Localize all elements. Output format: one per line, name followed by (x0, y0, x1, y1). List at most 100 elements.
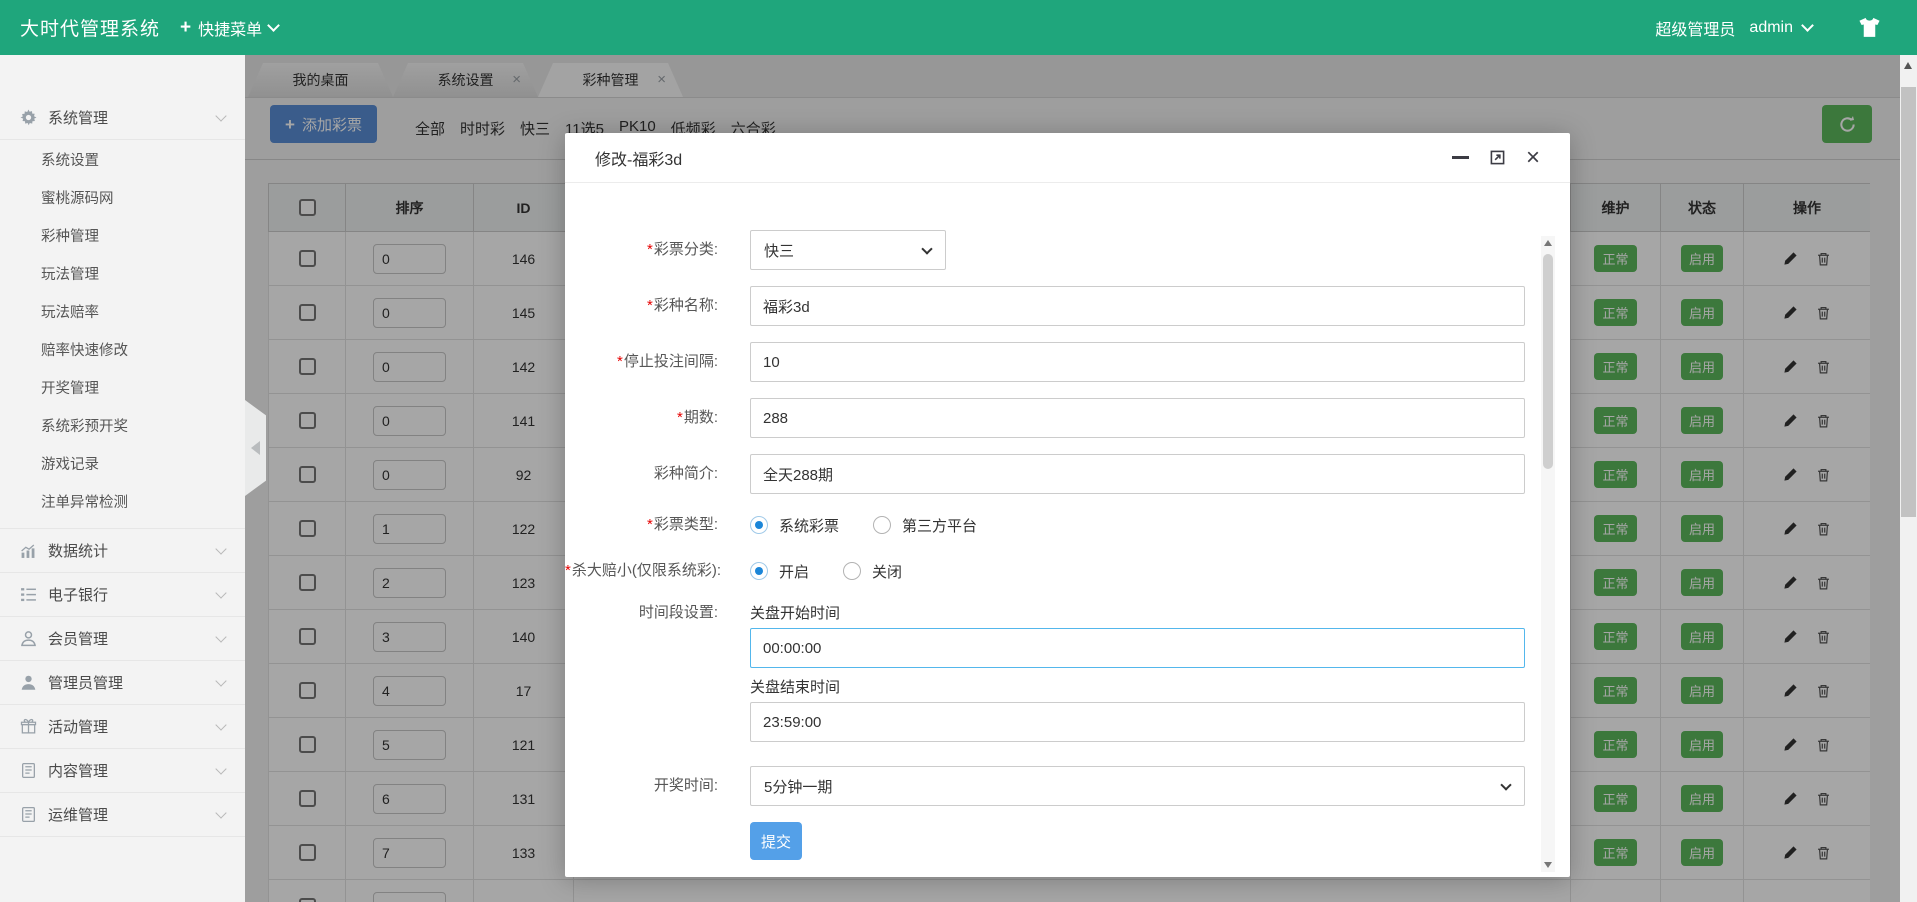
sidebar-group[interactable]: 系统管理 (0, 96, 245, 140)
scroll-up-icon[interactable] (1544, 240, 1552, 246)
required-asterisk: * (647, 241, 653, 258)
sidebar-group[interactable]: 数据统计 (0, 529, 245, 573)
user-menu[interactable]: admin (1749, 19, 1793, 37)
radio-label: 第三方平台 (902, 515, 977, 536)
list-icon (20, 586, 37, 603)
maximize-icon[interactable] (1490, 150, 1505, 165)
shirt-icon[interactable] (1858, 16, 1881, 39)
sidebar-group[interactable]: 管理员管理 (0, 661, 245, 705)
plus-icon: + (180, 18, 191, 37)
chevron-down-icon (215, 587, 226, 598)
sidebar-item[interactable]: 游戏记录 (0, 446, 245, 484)
user-outline-icon (20, 630, 37, 647)
close-start-time-input[interactable] (750, 628, 1525, 668)
quick-menu-label: 快捷菜单 (198, 16, 262, 40)
chevron-down-icon (215, 807, 226, 818)
sidebar-group-label: 运维管理 (48, 804, 108, 825)
radio-third-party[interactable] (873, 516, 891, 534)
modal-scrollbar-thumb[interactable] (1543, 254, 1553, 469)
lottery-name-input[interactable] (750, 286, 1525, 326)
field-label-intro: 彩种简介: (565, 454, 718, 494)
stop-interval-input[interactable] (750, 342, 1525, 382)
sidebar-item[interactable]: 蜜桃源码网 (0, 180, 245, 218)
required-asterisk: * (677, 409, 683, 426)
field-label-periods: *期数: (565, 398, 718, 438)
scroll-down-icon[interactable] (1544, 862, 1552, 868)
quick-menu-button[interactable]: + 快捷菜单 (180, 16, 278, 40)
close-start-time-label: 关盘开始时间 (750, 602, 1525, 624)
sidebar-group[interactable]: 会员管理 (0, 617, 245, 661)
radio-system-lottery[interactable] (750, 516, 768, 534)
draw-time-select[interactable]: 5分钟一期 (750, 766, 1525, 806)
sidebar-item[interactable]: 玩法管理 (0, 256, 245, 294)
required-asterisk: * (647, 297, 653, 314)
sidebar-collapse-handle[interactable] (245, 400, 266, 496)
sidebar-item[interactable]: 注单异常检测 (0, 484, 245, 522)
sidebar-group-label: 管理员管理 (48, 672, 123, 693)
chevron-down-icon (215, 719, 226, 730)
category-select-value: 快三 (764, 240, 794, 261)
radio-label: 关闭 (872, 561, 902, 582)
sidebar-group-label: 内容管理 (48, 760, 108, 781)
minimize-icon[interactable] (1452, 156, 1469, 159)
sidebar-item[interactable]: 系统设置 (0, 142, 245, 180)
sidebar-group[interactable]: 内容管理 (0, 749, 245, 793)
chevron-down-icon (215, 110, 226, 121)
periods-input[interactable] (750, 398, 1525, 438)
sidebar-group[interactable]: 运维管理 (0, 793, 245, 837)
user-filled-icon (20, 674, 37, 691)
sidebar-item[interactable]: 赔率快速修改 (0, 332, 245, 370)
page-scrollbar-thumb[interactable] (1901, 87, 1916, 517)
sidebar-group-label: 电子银行 (48, 584, 108, 605)
submit-button[interactable]: 提交 (750, 822, 802, 860)
required-asterisk: * (565, 562, 571, 579)
chevron-down-icon (215, 631, 226, 642)
dialog-body: *彩票分类: 快三 *彩种名称: *停止投注间隔: *期数: 彩种简介: (565, 184, 1570, 877)
modal-scrollbar[interactable] (1541, 236, 1555, 872)
sidebar-group-label: 数据统计 (48, 540, 108, 561)
chevron-down-icon (921, 243, 932, 254)
dialog-titlebar: 修改-福彩3d × (565, 133, 1570, 183)
sidebar-group[interactable]: 电子银行 (0, 573, 245, 617)
radio-kill-big-off[interactable] (843, 562, 861, 580)
radio-kill-big-on[interactable] (750, 562, 768, 580)
radio-label: 开启 (779, 561, 809, 582)
edit-lottery-dialog: 修改-福彩3d × *彩票分类: 快三 *彩种名称: *停止投注间隔: (565, 133, 1570, 877)
chevron-down-icon (1500, 779, 1511, 790)
sidebar-item[interactable]: 玩法赔率 (0, 294, 245, 332)
field-label-name: *彩种名称: (565, 286, 718, 326)
app-title: 大时代管理系统 (20, 14, 160, 41)
page-scrollbar[interactable] (1900, 55, 1917, 902)
sidebar-group[interactable]: 活动管理 (0, 705, 245, 749)
sidebar-group-label: 系统管理 (48, 107, 108, 128)
chart-icon (20, 542, 37, 559)
sidebar-menu: 系统管理系统设置蜜桃源码网彩种管理玩法管理玩法赔率赔率快速修改开奖管理系统彩预开… (0, 55, 245, 902)
scroll-up-icon[interactable] (1904, 62, 1912, 69)
chevron-down-icon (1801, 19, 1814, 32)
close-end-time-input[interactable] (750, 702, 1525, 742)
sidebar-item[interactable]: 系统彩预开奖 (0, 408, 245, 446)
required-asterisk: * (647, 516, 653, 533)
sidebar-group-label: 会员管理 (48, 628, 108, 649)
field-label-category: *彩票分类: (565, 230, 718, 270)
sidebar-item[interactable]: 开奖管理 (0, 370, 245, 408)
sidebar-submenu: 系统设置蜜桃源码网彩种管理玩法管理玩法赔率赔率快速修改开奖管理系统彩预开奖游戏记… (0, 140, 245, 529)
field-label-draw-time: 开奖时间: (565, 766, 718, 806)
gear-icon (20, 109, 37, 126)
close-icon[interactable]: × (1526, 148, 1540, 168)
category-select[interactable]: 快三 (750, 230, 946, 270)
top-header: 大时代管理系统 + 快捷菜单 超级管理员 admin (0, 0, 1917, 55)
doc-icon (20, 762, 37, 779)
sidebar-group-label: 活动管理 (48, 716, 108, 737)
sidebar-item[interactable]: 彩种管理 (0, 218, 245, 256)
dialog-title: 修改-福彩3d (595, 146, 682, 170)
chevron-down-icon (215, 543, 226, 554)
chevron-down-icon (215, 675, 226, 686)
chevron-down-icon (267, 19, 280, 32)
close-end-time-label: 关盘结束时间 (750, 676, 1525, 698)
intro-input[interactable] (750, 454, 1525, 494)
chevron-down-icon (215, 763, 226, 774)
required-asterisk: * (617, 353, 623, 370)
user-role: 超级管理员 (1655, 16, 1735, 40)
doc-icon (20, 806, 37, 823)
